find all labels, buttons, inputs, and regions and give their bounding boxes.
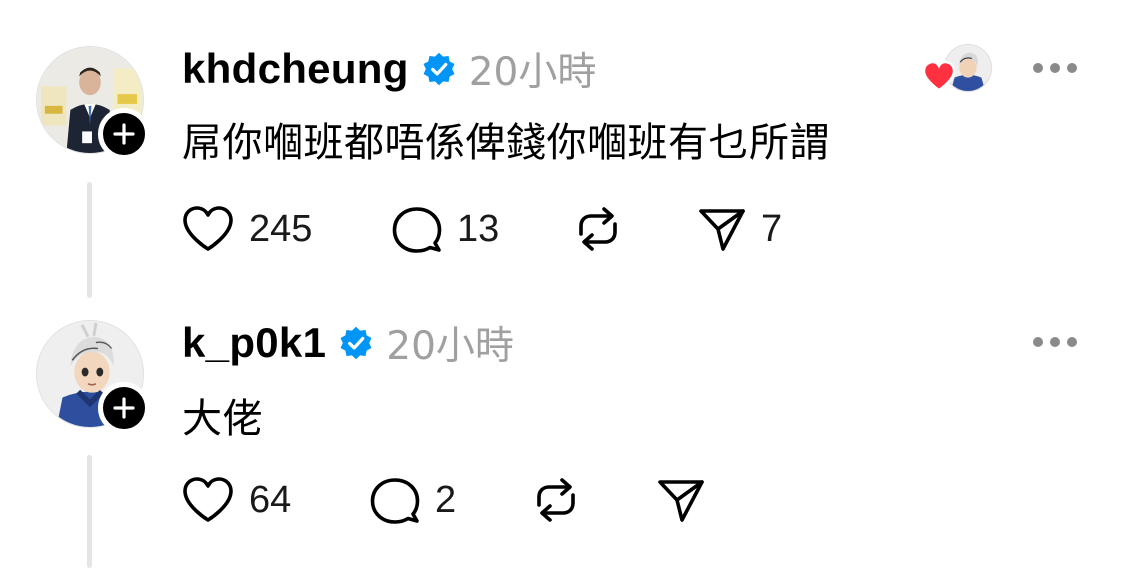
verified-badge-icon — [421, 51, 457, 87]
heart-icon — [183, 206, 233, 251]
dot — [1033, 63, 1043, 73]
post-2-header: k_p0k1 20小時 — [182, 318, 514, 369]
dot — [1050, 337, 1060, 347]
follow-button[interactable] — [98, 382, 150, 434]
post-2-avatar[interactable] — [36, 320, 150, 434]
reply-button[interactable]: 13 — [391, 205, 499, 253]
share-count: 7 — [761, 207, 783, 250]
like-button[interactable]: 64 — [181, 476, 291, 524]
share-button[interactable] — [656, 476, 720, 524]
verified-badge-icon — [338, 325, 374, 361]
repost-icon — [537, 478, 575, 522]
heart-badge-icon — [922, 60, 956, 92]
comment-icon — [392, 207, 442, 253]
more-options-button[interactable] — [1033, 61, 1077, 75]
post-1-avatar[interactable] — [36, 46, 150, 160]
like-count: 245 — [249, 207, 313, 250]
reply-count: 13 — [457, 207, 500, 250]
liked-by-author-indicator — [922, 44, 994, 96]
plus-icon — [113, 397, 135, 419]
send-icon — [699, 209, 745, 251]
more-options-button[interactable] — [1033, 335, 1077, 349]
thread-line — [87, 455, 92, 568]
dot — [1067, 337, 1077, 347]
comment-icon — [370, 478, 420, 524]
like-button[interactable]: 245 — [181, 205, 312, 253]
dot — [1067, 63, 1077, 73]
follow-button[interactable] — [98, 108, 150, 160]
repost-button[interactable] — [573, 204, 637, 254]
post-text: 屌你嗰班都唔係俾錢你嗰班有乜所謂 — [182, 120, 830, 166]
post-1-header: khdcheung 20小時 — [182, 44, 597, 95]
repost-button[interactable] — [531, 475, 595, 525]
thread-line — [87, 182, 92, 298]
plus-icon — [113, 123, 135, 145]
username[interactable]: k_p0k1 — [182, 319, 326, 367]
timestamp: 20小時 — [386, 324, 514, 369]
username[interactable]: khdcheung — [182, 45, 409, 93]
reply-count: 2 — [435, 478, 457, 521]
post-text: 大佬 — [182, 396, 263, 442]
repost-icon — [579, 207, 617, 251]
dot — [1050, 63, 1060, 73]
like-count: 64 — [249, 478, 292, 521]
share-button[interactable]: 7 — [697, 205, 782, 253]
reply-button[interactable]: 2 — [369, 476, 456, 524]
dot — [1033, 337, 1043, 347]
timestamp: 20小時 — [468, 50, 597, 95]
send-icon — [658, 480, 704, 522]
heart-icon — [183, 477, 233, 522]
